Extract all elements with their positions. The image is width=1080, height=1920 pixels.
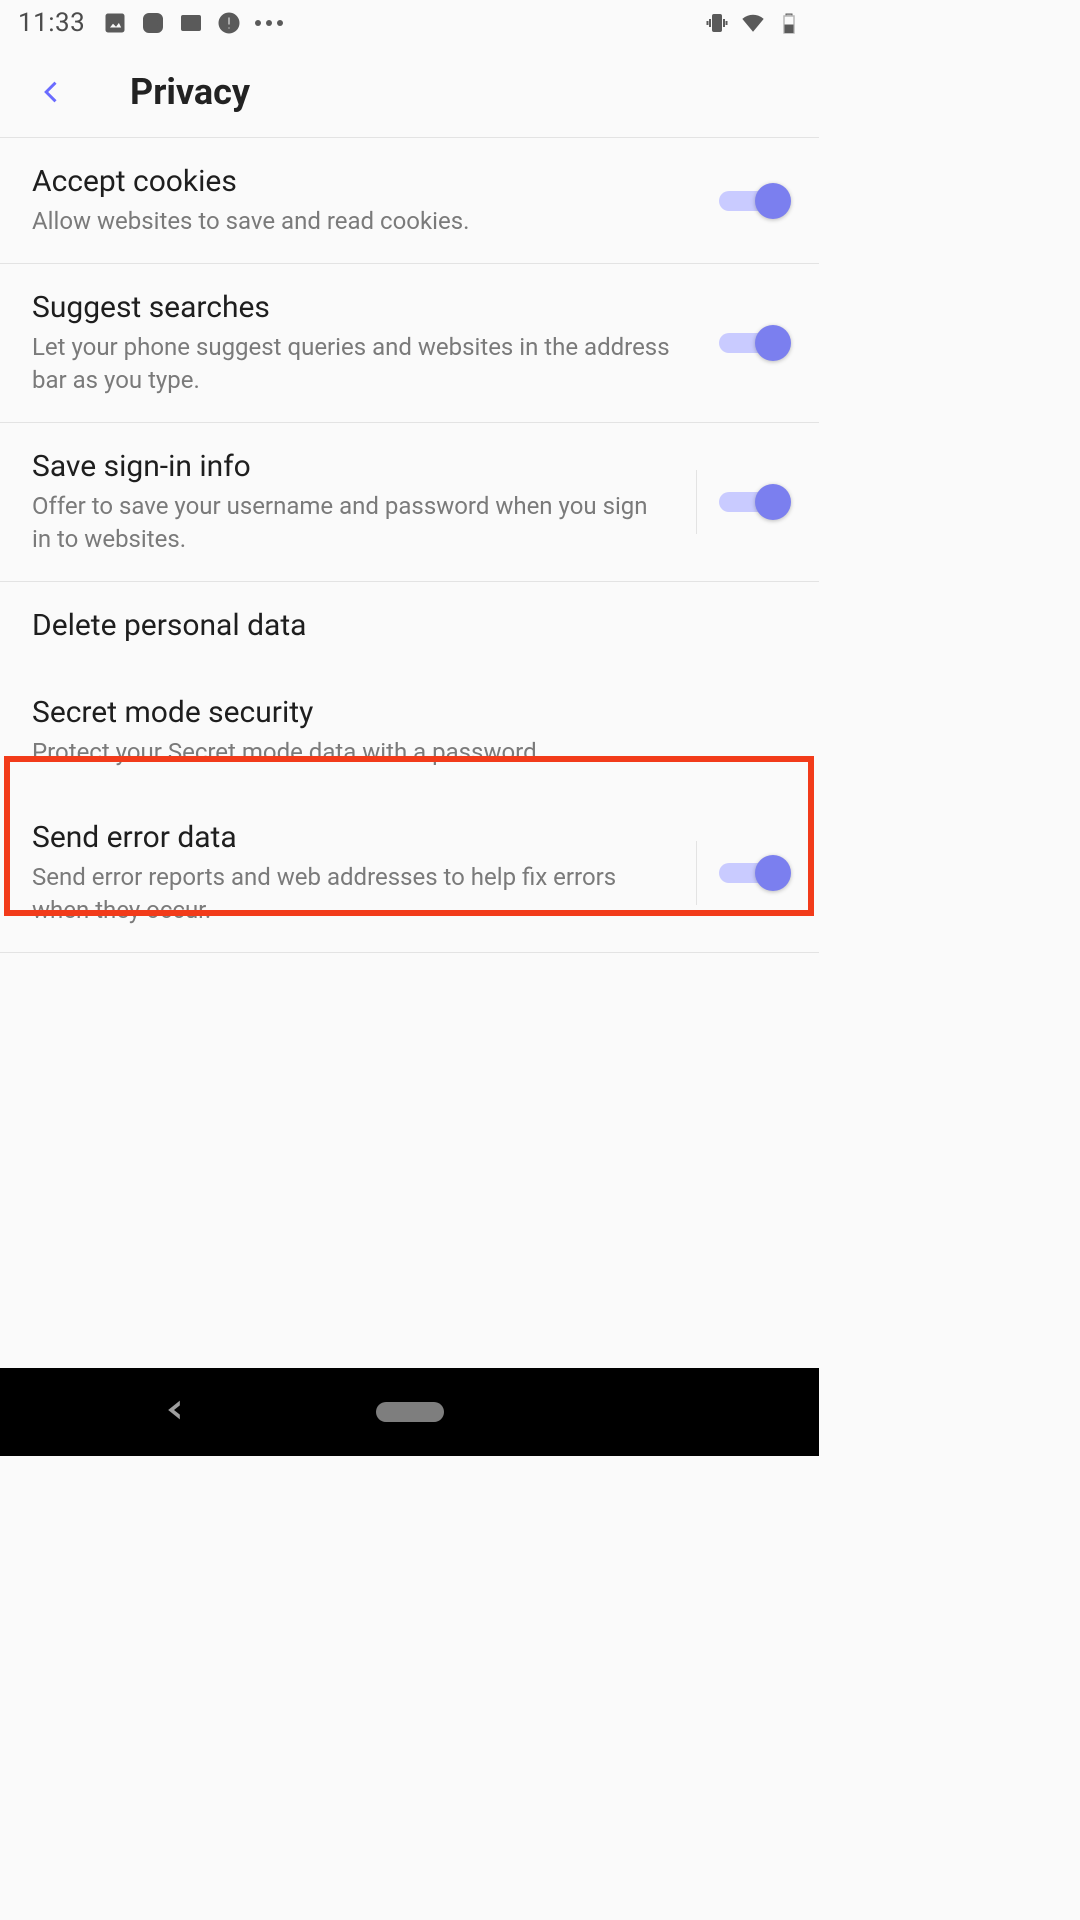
more-notifications-icon xyxy=(255,20,283,26)
secret-mode-security-row[interactable]: Secret mode security Protect your Secret… xyxy=(0,669,819,794)
save-signin-toggle[interactable] xyxy=(719,484,787,520)
accept-cookies-label: Accept cookies xyxy=(32,164,701,199)
app-bar: Privacy xyxy=(0,46,819,138)
save-signin-desc: Offer to save your username and password… xyxy=(32,490,668,555)
wifi-icon xyxy=(741,11,765,35)
status-icons-left xyxy=(103,11,283,35)
back-button[interactable] xyxy=(28,68,76,116)
settings-list: Accept cookies Allow websites to save an… xyxy=(0,138,819,1368)
suggest-searches-desc: Let your phone suggest queries and websi… xyxy=(32,331,701,396)
delete-personal-data-label: Delete personal data xyxy=(32,608,769,643)
send-error-data-label: Send error data xyxy=(32,820,668,855)
send-error-data-desc: Send error reports and web addresses to … xyxy=(32,861,668,926)
vertical-divider xyxy=(696,470,697,534)
battery-icon xyxy=(777,11,801,35)
vertical-divider xyxy=(696,841,697,905)
status-time: 11:33 xyxy=(18,8,85,38)
status-icons-right xyxy=(705,11,801,35)
system-back-button[interactable] xyxy=(160,1396,188,1428)
system-nav-bar xyxy=(0,1368,819,1456)
image-icon xyxy=(103,11,127,35)
suggest-searches-row[interactable]: Suggest searches Let your phone suggest … xyxy=(0,264,819,423)
secret-mode-security-desc: Protect your Secret mode data with a pas… xyxy=(32,736,769,768)
suggest-searches-label: Suggest searches xyxy=(32,290,701,325)
suggest-searches-toggle[interactable] xyxy=(719,325,787,361)
vibrate-icon xyxy=(705,11,729,35)
accept-cookies-row[interactable]: Accept cookies Allow websites to save an… xyxy=(0,138,819,264)
save-signin-label: Save sign-in info xyxy=(32,449,668,484)
delete-personal-data-row[interactable]: Delete personal data xyxy=(0,582,819,669)
save-signin-row[interactable]: Save sign-in info Offer to save your use… xyxy=(0,423,819,582)
accept-cookies-toggle[interactable] xyxy=(719,183,787,219)
alert-icon xyxy=(217,11,241,35)
status-bar: 11:33 xyxy=(0,0,819,46)
secret-mode-security-label: Secret mode security xyxy=(32,695,769,730)
send-error-data-row[interactable]: Send error data Send error reports and w… xyxy=(0,794,819,953)
system-home-pill[interactable] xyxy=(376,1402,444,1422)
accept-cookies-desc: Allow websites to save and read cookies. xyxy=(32,205,701,237)
page-title: Privacy xyxy=(130,71,250,113)
gmail-icon xyxy=(179,11,203,35)
instagram-icon xyxy=(141,11,165,35)
send-error-data-toggle[interactable] xyxy=(719,855,787,891)
